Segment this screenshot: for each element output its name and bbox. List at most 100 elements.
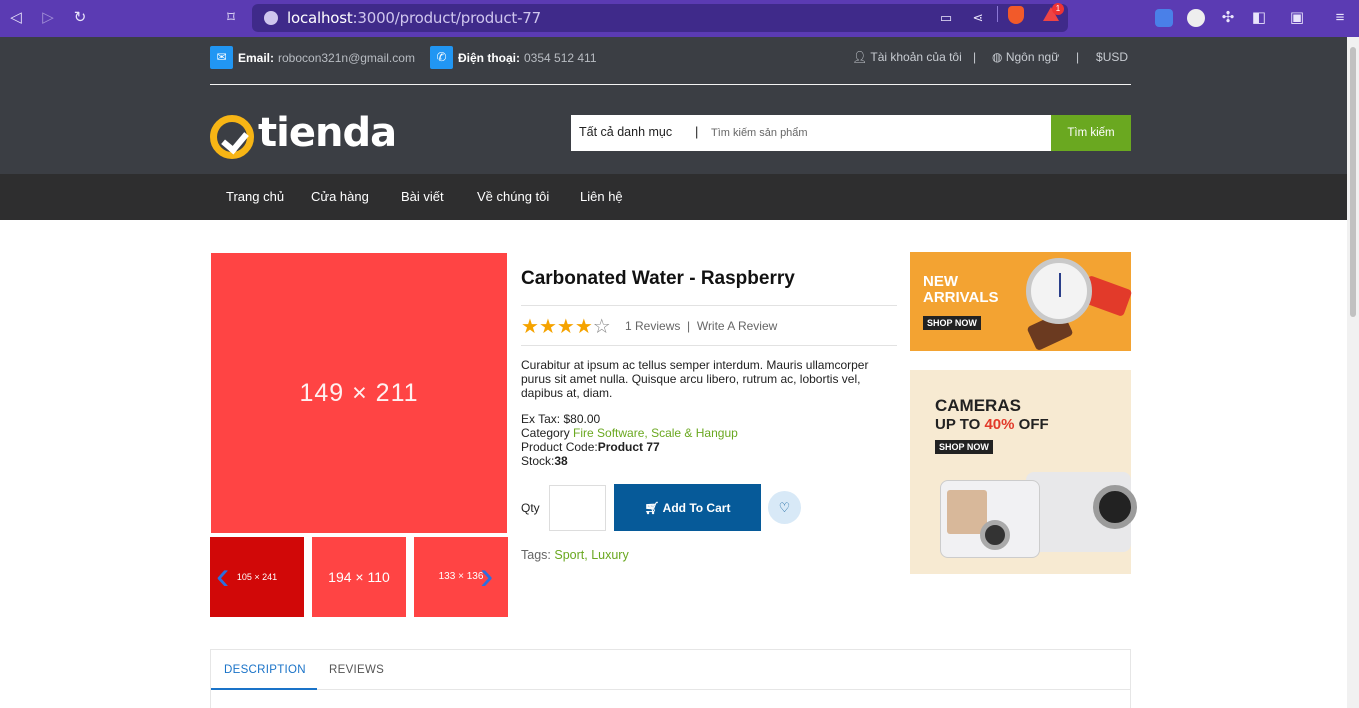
browser-toolbar: ◁ ▷ ↻ ⌑ localhost:3000/product/product-7…: [0, 0, 1359, 37]
logo-text: tienda: [258, 110, 397, 156]
cart-icon: 🛒︎: [644, 500, 660, 515]
search-category-select[interactable]: Tất cả danh mục: [579, 125, 672, 139]
menu-hamburger-icon[interactable]: ≡: [1330, 8, 1350, 28]
header-separator: |: [973, 50, 977, 64]
banner-headline: NEW ARRIVALS: [923, 273, 999, 306]
divider: [521, 305, 897, 306]
nav-blog[interactable]: Bài viết: [401, 189, 444, 204]
search-input[interactable]: [711, 121, 1041, 145]
product-main-image[interactable]: 149 × 211: [211, 253, 507, 533]
email-value[interactable]: robocon321n@gmail.com: [278, 51, 415, 65]
star-empty-icon: ☆: [592, 316, 611, 338]
qty-input[interactable]: [549, 485, 606, 531]
user-icon: 👤︎: [852, 50, 868, 64]
banner-subline: UP TO 40% OFF: [935, 416, 1049, 433]
product-tabs: DESCRIPTION REVIEWS: [210, 649, 1131, 708]
wishlist-heart-icon[interactable]: ♡: [768, 491, 801, 524]
reload-icon[interactable]: ↻: [70, 8, 90, 28]
product-thumbnail[interactable]: 194 × 110: [312, 537, 406, 617]
extension-icon[interactable]: [1187, 9, 1205, 27]
category-row: Category Fire Software, Scale & Hangup: [521, 426, 738, 440]
active-tab-indicator: [211, 688, 317, 690]
tab-reviews[interactable]: REVIEWS: [329, 664, 384, 676]
write-review-link[interactable]: Write A Review: [697, 319, 777, 333]
product-title: Carbonated Water - Raspberry: [521, 268, 795, 289]
product-thumbnail[interactable]: 133 × 136: [414, 537, 508, 617]
price-value: $80.00: [563, 412, 601, 426]
category-link[interactable]: Fire Software, Scale & Hangup: [573, 426, 738, 440]
tags-row: Tags: Sport, Luxury: [521, 548, 629, 562]
phone-icon: ✆: [430, 46, 453, 69]
star-filled-icon: ★: [521, 316, 539, 338]
share-icon[interactable]: ⋖: [970, 10, 986, 26]
extensions-puzzle-icon[interactable]: ✣: [1218, 8, 1238, 28]
back-icon[interactable]: ◁: [6, 8, 26, 28]
email-label: Email:: [238, 50, 275, 65]
language-label: Ngôn ngữ: [1005, 50, 1060, 64]
nav-about[interactable]: Về chúng tôi: [477, 189, 549, 204]
product-code-row: Product Code:Product 77: [521, 440, 660, 454]
star-filled-icon: ★: [574, 316, 593, 338]
globe-icon: ◍: [992, 50, 1003, 64]
star-filled-icon: ★: [556, 316, 575, 338]
search-button[interactable]: Tìm kiếm: [1051, 115, 1131, 151]
wallet-icon[interactable]: ▣: [1287, 8, 1307, 28]
nav-home[interactable]: Trang chủ: [226, 189, 284, 204]
star-filled-icon: ★: [538, 316, 557, 338]
rating-stars: ★★★★☆: [521, 314, 611, 339]
nav-shop[interactable]: Cửa hàng: [311, 189, 369, 204]
ex-tax-row: Ex Tax: $80.00: [521, 412, 601, 426]
toolbar-divider: [997, 6, 998, 22]
contact-email: ✉ Email: robocon321n@gmail.com: [210, 46, 415, 69]
gallery-prev-arrow-icon[interactable]: ‹: [216, 556, 229, 596]
main-nav: Trang chủ Cửa hàng Bài viết Về chúng tôi…: [0, 174, 1347, 220]
url-text[interactable]: localhost:3000/product/product-77: [287, 9, 541, 27]
site-info-icon[interactable]: [264, 11, 278, 25]
brave-shields-icon[interactable]: [1008, 6, 1024, 24]
language-link[interactable]: ◍ Ngôn ngữ: [992, 50, 1059, 64]
gallery-next-arrow-icon[interactable]: ›: [480, 556, 493, 596]
tag-links[interactable]: Sport, Luxury: [554, 548, 628, 562]
product-description: Curabitur at ipsum ac tellus semper inte…: [521, 358, 869, 400]
nav-contact[interactable]: Liên hệ: [580, 189, 623, 204]
tab-description[interactable]: DESCRIPTION: [224, 664, 306, 676]
site-logo[interactable]: tienda: [210, 110, 397, 160]
main-image-placeholder-text: 149 × 211: [299, 379, 419, 407]
envelope-icon: ✉: [210, 46, 233, 69]
stock-value: 38: [554, 454, 568, 468]
scrollbar-thumb[interactable]: [1350, 47, 1356, 317]
product-code-value: Product 77: [597, 440, 660, 454]
banner-headline: CAMERAS: [935, 396, 1021, 415]
reviews-separator: |: [687, 319, 691, 333]
watch-image: [1026, 258, 1092, 324]
search-bar: Tất cả danh mục | Tìm kiếm: [571, 115, 1131, 151]
add-to-cart-button[interactable]: 🛒︎ Add To Cart: [614, 484, 761, 531]
phone-value[interactable]: 0354 512 411: [524, 51, 597, 65]
phone-label: Điện thoại:: [458, 50, 520, 65]
reviews-count-link[interactable]: 1 Reviews: [625, 319, 680, 333]
forward-icon[interactable]: ▷: [38, 8, 58, 28]
rewards-badge: 1: [1052, 3, 1064, 15]
currency-link[interactable]: $USD: [1096, 50, 1128, 64]
account-label: Tài khoản của tôi: [870, 50, 962, 64]
sidebar-toggle-icon[interactable]: ◧: [1249, 8, 1269, 28]
search-divider: |: [695, 124, 699, 139]
contact-phone: ✆ Điện thoại: 0354 512 411: [430, 46, 597, 69]
translate-extension-icon[interactable]: [1155, 9, 1173, 27]
cast-icon[interactable]: ▭: [938, 10, 954, 26]
account-link[interactable]: 👤︎ Tài khoản của tôi: [852, 50, 962, 64]
stock-row: Stock:38: [521, 454, 568, 468]
qty-label: Qty: [521, 501, 540, 515]
camera-image: [1093, 485, 1137, 529]
address-bar[interactable]: localhost:3000/product/product-77 ▭ ⋖: [252, 4, 1068, 32]
bookmark-icon[interactable]: ⌑: [221, 8, 241, 28]
dollar-icon: $: [1096, 50, 1103, 64]
site-header: ✉ Email: robocon321n@gmail.com ✆ Điện th…: [0, 37, 1347, 174]
shop-now-button[interactable]: SHOP NOW: [923, 316, 981, 330]
logo-check-icon: [210, 115, 254, 159]
page-scrollbar[interactable]: [1347, 37, 1359, 708]
shop-now-button[interactable]: SHOP NOW: [935, 440, 993, 454]
currency-label: USD: [1102, 50, 1129, 64]
camera-image: [980, 520, 1010, 550]
tab-divider: [211, 689, 1130, 690]
